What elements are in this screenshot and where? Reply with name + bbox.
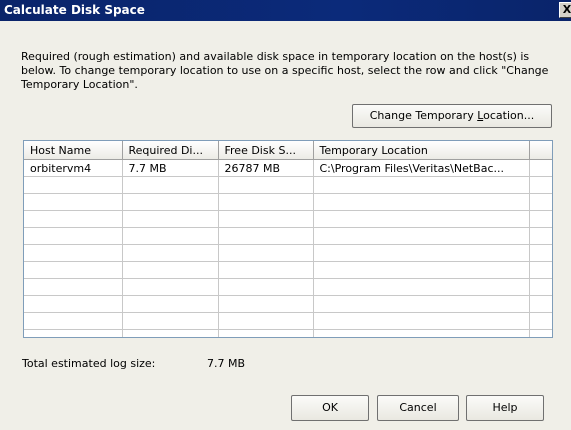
empty-table-cell [122, 210, 219, 228]
dialog-title: Calculate Disk Space [4, 3, 145, 17]
empty-table-cell [313, 210, 530, 228]
empty-table-cell [313, 176, 530, 194]
host-disk-space-table[interactable]: Host Name Required Di... Free Disk S... … [23, 140, 553, 338]
empty-table-cell [24, 193, 123, 211]
empty-table-row [24, 329, 552, 337]
table-header-row: Host Name Required Di... Free Disk S... … [24, 141, 552, 160]
empty-table-cell [529, 312, 552, 330]
empty-table-cell [24, 176, 123, 194]
empty-table-cell [529, 193, 552, 211]
empty-table-cell [313, 244, 530, 262]
title-bar[interactable]: Calculate Disk Space X [0, 0, 571, 21]
empty-table-row [24, 295, 552, 313]
change-location-label-pre: Change Temporary [369, 109, 478, 122]
empty-table-row [24, 176, 552, 194]
empty-table-cell [122, 176, 219, 194]
close-icon: X [562, 3, 571, 16]
log-size-value: 7.7 MB [207, 357, 246, 370]
empty-table-row [24, 278, 552, 296]
empty-table-cell [218, 244, 314, 262]
empty-table-cell [218, 278, 314, 296]
empty-table-cell [218, 261, 314, 279]
empty-table-cell [218, 312, 314, 330]
empty-table-cell [218, 329, 314, 337]
empty-table-cell [24, 278, 123, 296]
change-temporary-location-button[interactable]: Change Temporary Location... [352, 104, 552, 128]
empty-table-cell [529, 210, 552, 228]
empty-table-cell [529, 176, 552, 194]
empty-table-cell [313, 295, 530, 313]
empty-table-cell [24, 312, 123, 330]
column-header-filler [529, 141, 552, 160]
empty-table-cell [24, 210, 123, 228]
empty-table-cell [529, 329, 552, 337]
empty-table-cell [313, 261, 530, 279]
empty-table-row [24, 312, 552, 330]
empty-table-cell [122, 295, 219, 313]
empty-table-row [24, 244, 552, 262]
change-location-label-post: ocation... [483, 109, 535, 122]
empty-table-cell [122, 193, 219, 211]
empty-table-cell [529, 261, 552, 279]
empty-table-cell [24, 261, 123, 279]
column-header-host-name[interactable]: Host Name [24, 141, 123, 160]
empty-table-cell [529, 295, 552, 313]
empty-table-cell [313, 278, 530, 296]
empty-table-row [24, 227, 552, 245]
ok-button[interactable]: OK [291, 395, 369, 421]
empty-table-cell [218, 210, 314, 228]
column-header-temporary-location[interactable]: Temporary Location [313, 141, 530, 160]
empty-table-row [24, 210, 552, 228]
empty-table-cell [218, 193, 314, 211]
empty-table-cell [122, 329, 219, 337]
empty-table-cell [24, 244, 123, 262]
empty-table-cell [313, 312, 530, 330]
table-cell: 7.7 MB [122, 159, 219, 177]
empty-table-cell [24, 329, 123, 337]
help-button[interactable]: Help [466, 395, 544, 421]
empty-table-row [24, 193, 552, 211]
cancel-button[interactable]: Cancel [377, 395, 459, 421]
empty-table-cell [313, 227, 530, 245]
empty-table-cell [313, 329, 530, 337]
column-header-required-disk[interactable]: Required Di... [122, 141, 219, 160]
table-cell: 26787 MB [218, 159, 314, 177]
empty-table-cell [122, 261, 219, 279]
empty-table-cell [122, 244, 219, 262]
empty-table-cell [122, 227, 219, 245]
empty-table-cell [529, 278, 552, 296]
empty-table-cell [218, 176, 314, 194]
close-button[interactable]: X [559, 2, 571, 18]
table-cell: C:\Program Files\Veritas\NetBac... [313, 159, 530, 177]
table-row[interactable]: orbitervm4 7.7 MB 26787 MB C:\Program Files… [24, 159, 552, 177]
empty-table-cell [122, 312, 219, 330]
calculate-disk-space-dialog: Calculate Disk Space X Required (rough e… [0, 0, 571, 430]
empty-table-cell [24, 227, 123, 245]
empty-table-cell [218, 295, 314, 313]
description-text: Required (rough estimation) and availabl… [21, 50, 549, 91]
empty-table-cell [122, 278, 219, 296]
column-header-free-disk[interactable]: Free Disk S... [218, 141, 314, 160]
table-cell [529, 159, 552, 177]
empty-table-cell [529, 244, 552, 262]
log-size-label: Total estimated log size: [22, 357, 156, 370]
empty-table-row [24, 261, 552, 279]
table-cell: orbitervm4 [24, 159, 123, 177]
empty-table-cell [529, 227, 552, 245]
empty-table-cell [313, 193, 530, 211]
empty-table-cell [24, 295, 123, 313]
empty-table-cell [218, 227, 314, 245]
